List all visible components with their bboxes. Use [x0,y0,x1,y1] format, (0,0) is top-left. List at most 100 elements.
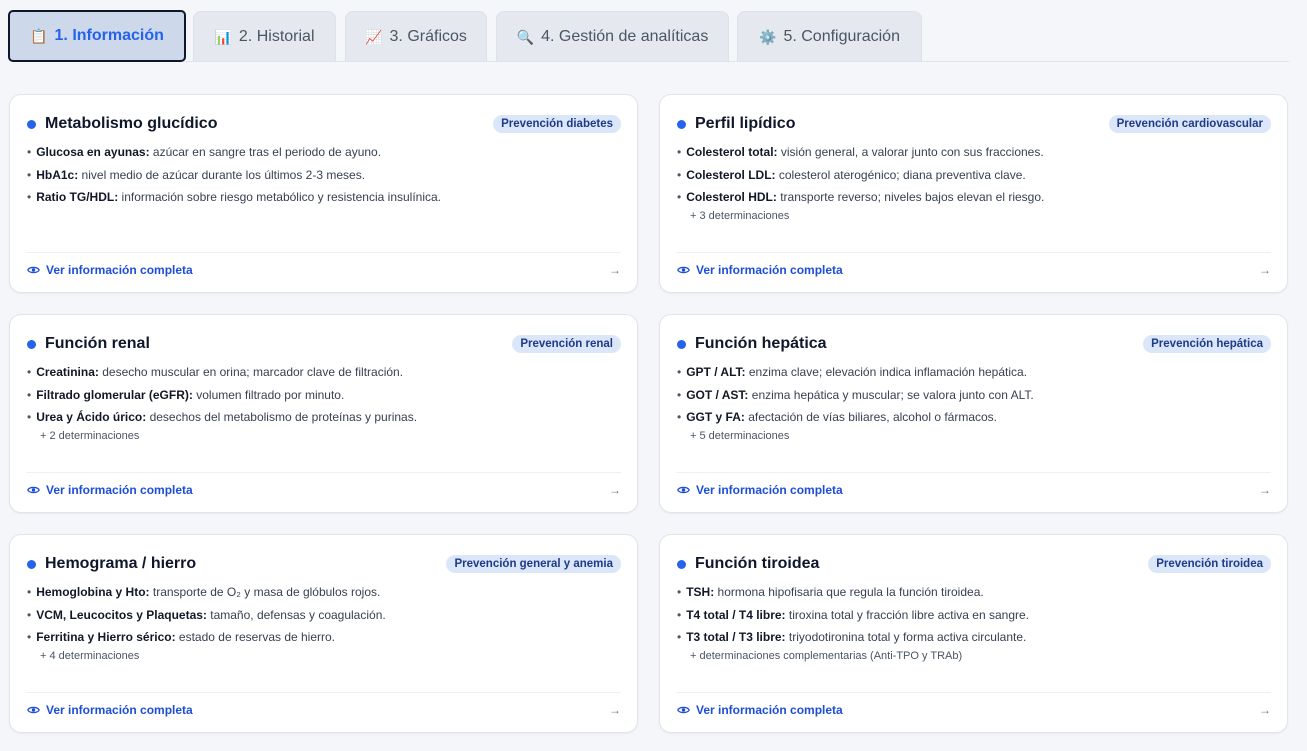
ver-informacion-link[interactable]: Ver información completa [27,483,193,497]
more-determinations: + determinaciones complementarias (Anti-… [690,649,963,662]
ver-informacion-link[interactable]: Ver información completa [27,703,193,717]
item-desc: visión general, a valorar junto con sus … [777,145,1044,159]
item-desc: tiroxina total y fracción libre activa e… [785,607,1030,622]
clipboard-icon: 📋 [30,27,48,44]
item-desc: nivel medio de azúcar durante los último… [78,167,366,182]
tab-historial[interactable]: 📊 2. Historial [193,11,336,62]
eye-icon [27,706,40,714]
card-items: • Creatinina: desecho muscular en orina; … [27,365,621,446]
card-title: Perfil lipídico [695,115,796,132]
list-item: • Hemoglobina y Hto: transporte de O₂ y m… [27,585,381,599]
more-determinations: + 5 determinaciones [690,429,790,442]
card-divider [676,692,1271,693]
dot-icon [677,339,686,349]
card-footer: Ver información completa → [27,701,621,719]
tab-graficos[interactable]: 📈 3. Gráficos [345,11,487,62]
ver-informacion-link[interactable]: Ver información completa [677,263,843,277]
tab-label: 2. Historial [238,28,315,45]
bar-chart-icon: 📊 [214,28,232,45]
arrow-right-icon[interactable]: → [609,263,621,277]
link-label: Ver información completa [696,263,843,277]
arrow-right-icon[interactable]: → [1259,483,1271,497]
card-footer: Ver información completa → [677,261,1271,279]
magnifier-icon: 🔍 [516,28,535,45]
arrow-right-icon[interactable]: → [609,703,621,717]
card-funcion-renal: Función renal Prevención renal • Creatini… [9,314,638,513]
line-chart-icon: 📈 [365,28,383,45]
arrow-right-icon[interactable]: → [1259,703,1271,717]
card-title: Hemograma / hierro [45,555,197,572]
card-divider [26,252,621,253]
card-divider [26,692,621,693]
card-footer: Ver información completa → [27,261,621,279]
item-term: Colesterol total: [686,145,778,159]
ver-informacion-link[interactable]: Ver información completa [677,703,843,717]
tab-label: 3. Gráficos [389,28,467,45]
item-term: Colesterol LDL: [686,167,776,182]
card-items: • Glucosa en ayunas: azúcar en sangre tra… [27,145,621,213]
item-desc: azúcar en sangre tras el periodo de ayun… [149,145,382,159]
more-determinations: + 4 determinaciones [40,649,140,662]
card-metabolismo-glucidico: Metabolismo glucídico Prevención diabete… [9,94,638,293]
tab-bar-divider [186,61,1289,62]
item-desc: estado de reservas de hierro. [175,630,336,644]
card-items: • Colesterol total: visión general, a val… [677,145,1271,226]
item-desc: transporte de O₂ y masa de glóbulos rojo… [149,585,381,599]
item-desc: desecho muscular en orina; marcador clav… [98,365,404,379]
item-term: Ratio TG/HDL: [36,190,119,204]
tab-gestion-analiticas[interactable]: 🔍 4. Gestión de analíticas [496,11,729,62]
card-footer: Ver información completa → [27,481,621,499]
card-divider [26,472,621,473]
item-term: Hemoglobina y Hto: [36,585,150,599]
list-item: • Creatinina: desecho muscular en orina; … [27,365,404,379]
list-item: • T4 total / T4 libre: tiroxina total y f… [677,607,1030,622]
item-desc: desechos del metabolismo de proteínas y … [146,410,418,424]
item-term: GGT y FA: [686,410,745,424]
card-header: Perfil lipídico Prevención cardiovascula… [677,113,1271,135]
eye-icon [677,706,690,714]
item-desc: triyodotironina total y forma activa cir… [785,630,1027,644]
tab-label: 5. Configuración [783,28,900,45]
card-footer: Ver información completa → [677,481,1271,499]
arrow-right-icon[interactable]: → [609,483,621,497]
item-term: GOT / AST: [686,387,749,402]
item-term: T3 total / T3 libre: [686,630,786,644]
item-desc: tamaño, defensas y coagulación. [206,607,386,622]
eye-icon [27,486,40,494]
card-title: Función tiroidea [695,555,820,572]
ver-informacion-link[interactable]: Ver información completa [27,263,193,277]
item-desc: afectación de vías biliares, alcohol o f… [744,410,998,424]
more-determinations: + 3 determinaciones [690,209,790,222]
category-badge: Prevención cardiovascular [1108,115,1271,133]
tab-configuracion[interactable]: ⚙️ 5. Configuración [737,11,922,62]
card-funcion-tiroidea: Función tiroidea Prevención tiroidea • TS… [659,534,1288,733]
link-label: Ver información completa [46,703,193,717]
more-determinations: + 2 determinaciones [40,429,140,442]
tab-informacion[interactable]: 📋 1. Información [8,10,186,62]
arrow-right-icon[interactable]: → [1259,263,1271,277]
eye-icon [677,266,690,274]
item-desc: enzima clave; elevación indica inflamaci… [745,365,1028,379]
item-desc: información sobre riesgo metabólico y re… [118,190,442,204]
dot-icon [27,119,36,129]
card-hemograma-hierro: Hemograma / hierro Prevención general y … [9,534,638,733]
card-header: Función hepática Prevención hepática [677,333,1271,355]
item-desc: colesterol aterogénico; diana preventiva… [775,167,1026,182]
card-title: Función hepática [695,335,827,352]
card-funcion-hepatica: Función hepática Prevención hepática • GP… [659,314,1288,513]
card-items: • GPT / ALT: enzima clave; elevación indi… [677,365,1271,446]
dot-icon [677,559,686,569]
list-item: • Colesterol LDL: colesterol aterogénico;… [677,167,1026,182]
eye-icon [27,266,40,274]
card-items: • TSH: hormona hipofisaria que regula la … [677,585,1271,666]
gear-icon: ⚙️ [759,28,777,45]
card-title: Metabolismo glucídico [45,115,218,132]
item-term: Colesterol HDL: [686,190,777,204]
card-header: Función renal Prevención renal [27,333,621,355]
card-footer: Ver información completa → [677,701,1271,719]
link-label: Ver información completa [46,483,193,497]
category-badge: Prevención diabetes [493,115,621,133]
list-item: • Ratio TG/HDL: información sobre riesgo … [27,190,442,204]
ver-informacion-link[interactable]: Ver información completa [677,483,843,497]
item-term: HbA1c: [36,167,79,182]
